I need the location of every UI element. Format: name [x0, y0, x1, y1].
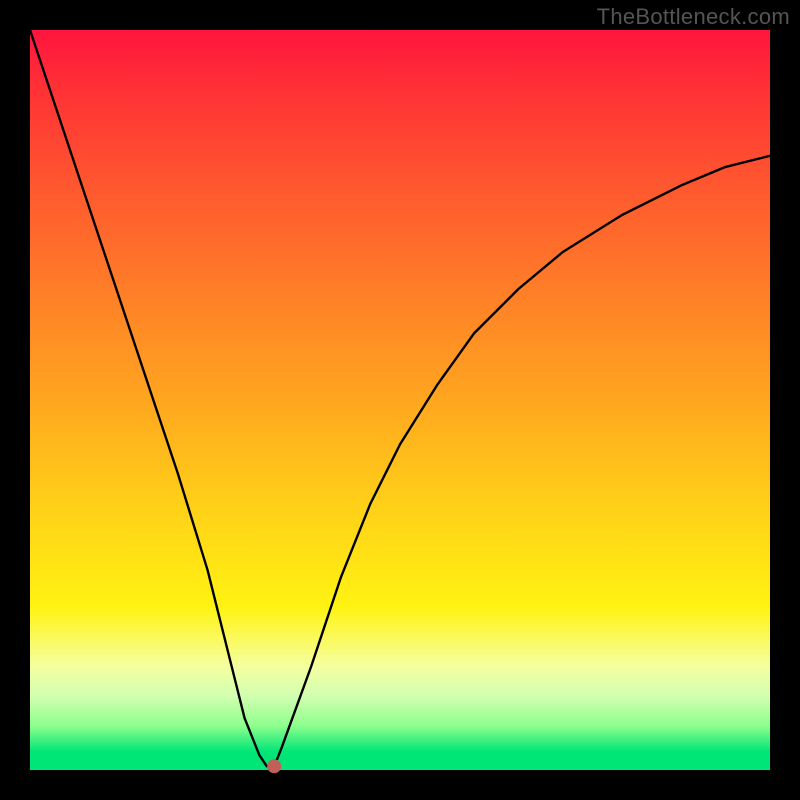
watermark-text: TheBottleneck.com — [597, 4, 790, 30]
bottleneck-curve — [30, 30, 770, 766]
chart-frame: TheBottleneck.com — [0, 0, 800, 800]
minimum-marker — [267, 759, 281, 773]
curve-layer — [30, 30, 770, 770]
plot-area — [30, 30, 770, 770]
